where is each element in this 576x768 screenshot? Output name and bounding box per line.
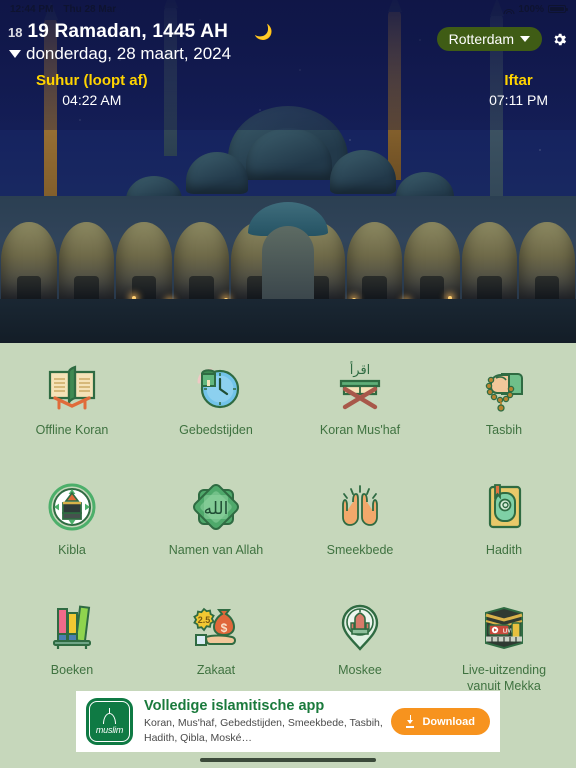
download-arrow-icon <box>406 715 415 728</box>
chevron-down-icon <box>520 36 530 42</box>
muslim-app-logo-icon: muslim <box>86 698 133 745</box>
ad-banner[interactable]: muslim Volledige islamitische app Koran,… <box>76 691 500 752</box>
arch <box>461 222 518 306</box>
status-bar: 12:44 PM Thu 28 Mar 100% <box>0 0 576 18</box>
grid-item-label: Koran Mus'haf <box>319 423 401 437</box>
grid-item-smeekbede[interactable]: Smeekbede <box>288 479 432 599</box>
gregorian-date: donderdag, 28 maart, 2024 <box>26 44 232 63</box>
grid-item-koran-mushaf[interactable]: اقرأ Koran Mus'haf <box>288 359 432 479</box>
grid-item-offline-koran[interactable]: Offline Koran <box>0 359 144 479</box>
grid-item-label: Boeken <box>50 663 94 677</box>
status-time: 12:44 PM <box>10 3 54 15</box>
ad-description: Koran, Mus'haf, Gebedstijden, Smeekbede,… <box>144 716 383 744</box>
mosque-location-pin-icon <box>333 599 387 655</box>
mushaf-rehal-icon: اقرأ <box>333 359 387 415</box>
arch <box>404 222 460 306</box>
header: 18 19 Ramadan, 1445 AH 🌙 donderdag, 28 m… <box>0 18 576 64</box>
prayer-times-row: Suhur (loopt af) 04:22 AM Iftar 07:11 PM <box>0 72 576 108</box>
ad-logo-word: muslim <box>95 725 124 735</box>
arch <box>58 222 115 306</box>
open-quran-book-icon <box>45 359 99 415</box>
location-label: Rotterdam <box>448 31 514 47</box>
battery-percent: 100% <box>518 3 544 15</box>
grid-item-label: Hadith <box>485 543 523 557</box>
grid-item-label: Moskee <box>338 663 382 677</box>
svg-text:اقرأ: اقرأ <box>350 361 371 378</box>
svg-text:الله: الله <box>204 499 229 519</box>
zakat-rate-text: 2.5 <box>198 615 211 625</box>
plaza <box>0 299 576 343</box>
grid-item-tasbih[interactable]: Tasbih <box>432 359 576 479</box>
grid-item-label: Smeekbede <box>326 543 394 557</box>
battery-icon <box>548 5 568 13</box>
ad-title: Volledige islamitische app <box>144 697 325 714</box>
previous-day-number[interactable]: 18 <box>8 25 22 40</box>
prayer-beads-hand-icon <box>477 359 531 415</box>
grid-item-kibla[interactable]: Kibla <box>0 479 144 599</box>
grid-item-label: Kibla <box>58 543 86 557</box>
grid-item-gebedstijden[interactable]: Gebedstijden <box>144 359 288 479</box>
hadith-book-icon <box>477 479 531 535</box>
download-button-label: Download <box>422 715 475 728</box>
grid-item-label: Namen van Allah <box>168 543 264 557</box>
download-button[interactable]: Download <box>391 708 490 735</box>
grid-item-namen-van-allah[interactable]: الله Namen van Allah <box>144 479 288 599</box>
books-shelf-icon <box>45 599 99 655</box>
arch <box>116 222 172 306</box>
crescent-moon-icon: 🌙 <box>254 24 273 41</box>
iftar-time: 07:11 PM <box>489 92 548 108</box>
qibla-compass-icon <box>45 479 99 535</box>
arch <box>519 222 575 306</box>
caret-down-icon[interactable] <box>9 50 21 58</box>
arch <box>173 222 230 306</box>
grid-item-label: Tasbih <box>485 423 523 437</box>
zakat-money-bag-icon: 2.5 $ <box>188 599 244 655</box>
arch <box>1 222 57 306</box>
wifi-icon <box>503 5 515 14</box>
iftar-label: Iftar <box>504 72 533 89</box>
prayer-clock-icon <box>189 359 243 415</box>
hijri-date: 19 Ramadan, 1445 AH <box>27 21 229 42</box>
grid-item-label: Zakaat <box>196 663 236 677</box>
suhur-time: 04:22 AM <box>62 92 122 108</box>
app-root: 12:44 PM Thu 28 Mar 100% 18 19 Ramadan, … <box>0 0 576 768</box>
arch <box>346 222 403 306</box>
grid-item-label: Live-uitzending vanuit Mekka <box>461 663 547 693</box>
suhur-block: Suhur (loopt af) 04:22 AM <box>36 72 148 108</box>
location-selector-button[interactable]: Rotterdam <box>436 27 542 51</box>
home-indicator[interactable] <box>200 758 376 762</box>
gear-icon[interactable] <box>551 31 568 48</box>
suhur-label: Suhur (loopt af) <box>36 72 148 89</box>
grid-item-label: Offline Koran <box>35 423 109 437</box>
svg-text:$: $ <box>221 621 228 635</box>
praying-hands-icon <box>333 479 387 535</box>
iftar-block: Iftar 07:11 PM <box>489 72 548 108</box>
status-date: Thu 28 Mar <box>63 3 117 15</box>
kaaba-live-icon: LIVE <box>476 599 532 655</box>
grid-row: Offline Koran Gebedstijden اقرأ Koran Mu… <box>0 359 576 479</box>
grid-row: Kibla الله Namen van Allah Smeekbede Had… <box>0 479 576 599</box>
allah-name-star-icon: الله <box>189 479 243 535</box>
grid-item-hadith[interactable]: Hadith <box>432 479 576 599</box>
grid-item-label: Gebedstijden <box>179 423 253 437</box>
